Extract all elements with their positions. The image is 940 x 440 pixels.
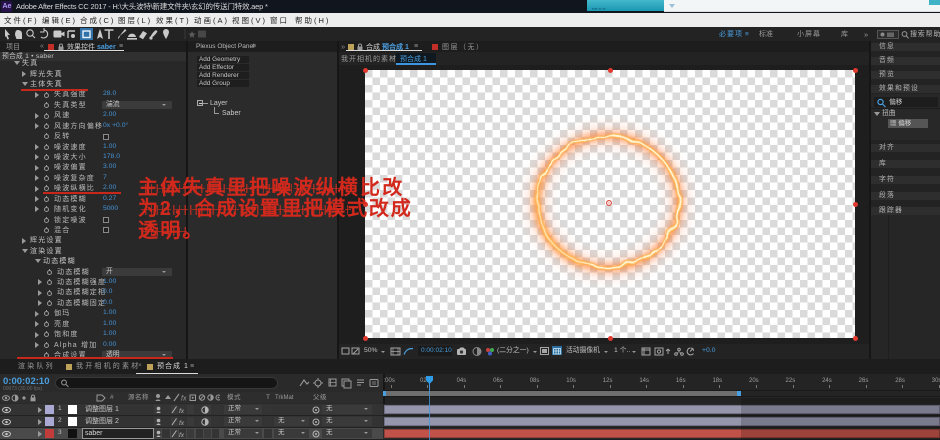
svg-text:fx: fx [181,396,187,403]
svg-text:fx: fx [179,408,185,414]
svg-text:fx: fx [179,420,185,426]
svg-text:fx: fx [179,432,185,438]
